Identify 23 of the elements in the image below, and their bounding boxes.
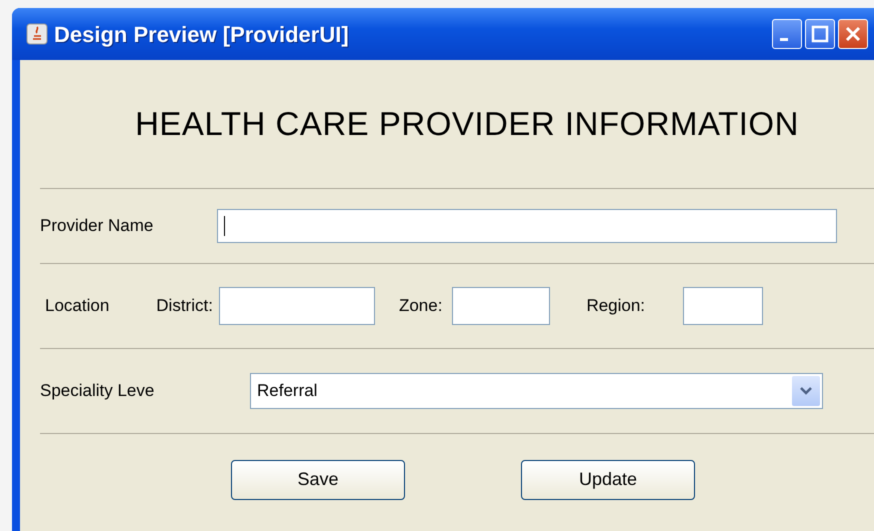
field-label: District: xyxy=(156,295,213,318)
maximize-button[interactable] xyxy=(805,19,835,49)
location-field[interactable] xyxy=(452,287,550,325)
chevron-down-icon xyxy=(799,386,813,396)
update-button[interactable]: Update xyxy=(521,460,695,500)
app-icon xyxy=(26,23,48,45)
close-icon xyxy=(844,25,862,43)
provider-name-field[interactable] xyxy=(217,209,837,243)
field-label: Provider Name xyxy=(40,215,154,238)
save-button[interactable]: Save xyxy=(231,460,405,500)
field-label: Zone: xyxy=(398,295,442,318)
minimize-button[interactable] xyxy=(772,19,802,49)
field-label: Location xyxy=(45,295,110,318)
minimize-icon xyxy=(780,38,788,40)
form-heading: HEALTH CARE PROVIDER INFORMATION xyxy=(135,104,799,144)
speciality-dropdown[interactable]: Referral xyxy=(250,373,823,409)
location-field[interactable] xyxy=(218,287,375,325)
field-label: Region: xyxy=(586,295,646,318)
close-button[interactable] xyxy=(838,19,868,49)
maximize-icon xyxy=(811,25,829,43)
field-label: Speciality Leve xyxy=(40,380,156,402)
location-field[interactable] xyxy=(683,287,764,325)
window-title: Design Preview [ProviderUI] xyxy=(54,20,349,49)
